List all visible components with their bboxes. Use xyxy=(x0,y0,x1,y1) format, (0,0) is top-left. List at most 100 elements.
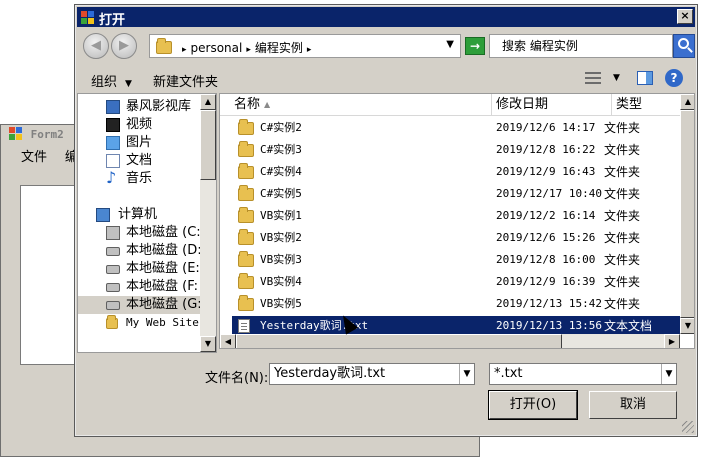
navigation-row: ◀ ▶ ▸ personal ▸ 编程实例 ▸ ▼ → 搜索 编程实例 xyxy=(81,31,695,61)
scroll-right-icon[interactable]: ▶ xyxy=(664,334,680,348)
filelist-horizontal-scrollbar[interactable]: ◀ ▶ xyxy=(220,334,680,348)
nav-item-disk-f[interactable]: 本地磁盘 (F: xyxy=(78,278,200,296)
help-button[interactable]: ? xyxy=(665,69,683,87)
address-dropdown-icon[interactable]: ▼ xyxy=(446,39,454,50)
file-row-selected[interactable]: Yesterday歌词.txt 2019/12/13 13:56 文本文档 xyxy=(232,316,680,336)
refresh-button[interactable]: → xyxy=(465,37,485,55)
nav-item-music[interactable]: 音乐 xyxy=(78,169,200,188)
column-headers: 名称 ▲ 修改日期 类型 xyxy=(220,94,680,116)
file-type-dropdown-icon[interactable]: ▼ xyxy=(661,364,676,384)
navigation-pane: 暴风影视库 视频 图片 文档 音乐 计算机 本地磁盘 (C: 本地磁盘 (D: … xyxy=(77,93,217,353)
folder-icon xyxy=(238,229,254,245)
folder-icon xyxy=(238,273,254,289)
disk-icon xyxy=(106,283,120,292)
address-bar[interactable]: ▸ personal ▸ 编程实例 ▸ ▼ xyxy=(149,34,461,58)
scroll-thumb[interactable] xyxy=(236,334,562,348)
folder-icon xyxy=(238,185,254,201)
column-header-date[interactable]: 修改日期 xyxy=(492,94,612,116)
command-toolbar: 组织 ▼ 新建文件夹 ▼ ? xyxy=(77,65,695,93)
folder-icon xyxy=(106,315,118,329)
file-row[interactable]: VB实例1 2019/12/2 16:14 文件夹 xyxy=(232,206,680,226)
dialog-titlebar[interactable]: 打开 × xyxy=(77,7,695,28)
chevron-right-icon: ▸ xyxy=(246,45,251,55)
search-button[interactable] xyxy=(673,34,695,58)
system-disk-icon xyxy=(106,226,120,240)
file-row[interactable]: VB实例2 2019/12/6 15:26 文件夹 xyxy=(232,228,680,248)
file-list: 名称 ▲ 修改日期 类型 C#实例2 2019/12/6 14:17 文件夹 C#实例… xyxy=(219,93,695,349)
filelist-vertical-scrollbar[interactable]: ▲ ▼ xyxy=(680,94,694,334)
nav-item-disk-e[interactable]: 本地磁盘 (E: xyxy=(78,260,200,278)
organize-button[interactable]: 组织 ▼ xyxy=(91,71,132,90)
nav-item-library[interactable]: 暴风影视库 xyxy=(78,98,200,116)
scroll-up-icon[interactable]: ▲ xyxy=(680,94,694,110)
dialog-title: 打开 xyxy=(99,13,126,28)
search-input[interactable]: 搜索 编程实例 xyxy=(489,34,673,58)
video-icon xyxy=(106,118,120,132)
cancel-button[interactable]: 取消 xyxy=(589,391,677,419)
new-folder-button[interactable]: 新建文件夹 xyxy=(153,71,218,90)
forward-button[interactable]: ▶ xyxy=(111,33,137,59)
preview-pane-icon[interactable] xyxy=(637,71,653,85)
disk-icon xyxy=(106,265,120,274)
menu-file[interactable]: 文件 xyxy=(21,150,47,165)
scroll-down-icon[interactable]: ▼ xyxy=(680,318,694,334)
column-header-name[interactable]: 名称 ▲ xyxy=(220,94,492,116)
scroll-down-icon[interactable]: ▼ xyxy=(200,336,216,352)
nav-item-video[interactable]: 视频 xyxy=(78,116,200,134)
folder-icon xyxy=(156,38,172,54)
chevron-right-icon: ▸ xyxy=(182,45,187,55)
scroll-up-icon[interactable]: ▲ xyxy=(200,94,216,110)
breadcrumb-personal[interactable]: personal xyxy=(191,41,243,55)
file-row[interactable]: VB实例5 2019/12/13 15:42 文件夹 xyxy=(232,294,680,314)
music-icon xyxy=(106,169,120,187)
nav-item-documents[interactable]: 文档 xyxy=(78,152,200,170)
folder-icon xyxy=(238,295,254,311)
folder-icon xyxy=(238,163,254,179)
disk-icon xyxy=(106,247,120,256)
navpane-scrollbar[interactable]: ▲ ▼ xyxy=(200,94,216,352)
scroll-left-icon[interactable]: ◀ xyxy=(220,334,236,348)
back-button[interactable]: ◀ xyxy=(83,33,109,59)
folder-icon xyxy=(238,141,254,157)
scroll-thumb[interactable] xyxy=(200,110,216,180)
organize-label: 组织 xyxy=(91,75,118,90)
filename-input[interactable]: Yesterday歌词.txt xyxy=(269,363,475,385)
sort-up-icon: ▲ xyxy=(264,100,271,109)
scroll-thumb[interactable] xyxy=(680,110,694,318)
computer-icon xyxy=(96,208,110,222)
file-row[interactable]: VB实例3 2019/12/8 16:00 文件夹 xyxy=(232,250,680,270)
breadcrumb: ▸ personal ▸ 编程实例 ▸ xyxy=(178,39,315,56)
app-icon xyxy=(9,127,22,140)
app-icon xyxy=(81,11,94,24)
file-row[interactable]: C#实例4 2019/12/9 16:43 文件夹 xyxy=(232,162,680,182)
open-button[interactable]: 打开(O) xyxy=(488,390,578,420)
column-header-type[interactable]: 类型 xyxy=(612,94,682,116)
breadcrumb-current[interactable]: 编程实例 xyxy=(255,41,303,55)
folder-icon xyxy=(238,119,254,135)
nav-item-computer[interactable]: 计算机 xyxy=(78,206,200,224)
document-icon xyxy=(106,154,120,168)
chevron-down-icon: ▼ xyxy=(125,79,132,89)
file-row[interactable]: C#实例3 2019/12/8 16:22 文件夹 xyxy=(232,140,680,160)
filename-dropdown-icon[interactable]: ▼ xyxy=(459,364,474,384)
file-row[interactable]: C#实例2 2019/12/6 14:17 文件夹 xyxy=(232,118,680,138)
chevron-right-icon: ▸ xyxy=(306,45,312,55)
text-file-icon xyxy=(238,319,250,333)
picture-icon xyxy=(106,136,120,150)
library-icon xyxy=(106,100,120,114)
nav-item-pictures[interactable]: 图片 xyxy=(78,134,200,152)
close-button[interactable]: × xyxy=(677,9,693,24)
file-row[interactable]: VB实例4 2019/12/9 16:39 文件夹 xyxy=(232,272,680,292)
form2-title: Form2 xyxy=(30,128,64,141)
nav-item-disk-g[interactable]: 本地磁盘 (G: xyxy=(78,296,202,314)
filename-label: 文件名(N): xyxy=(205,371,269,386)
file-row[interactable]: C#实例5 2019/12/17 10:40 文件夹 xyxy=(232,184,680,204)
nav-item-my-web-sites[interactable]: My Web Sites xyxy=(78,314,205,332)
nav-item-disk-d[interactable]: 本地磁盘 (D: xyxy=(78,242,202,260)
view-dropdown-icon[interactable]: ▼ xyxy=(613,73,620,83)
file-type-select[interactable]: *.txt xyxy=(489,363,677,385)
resize-grip-icon[interactable] xyxy=(682,421,694,433)
view-options-icon[interactable] xyxy=(585,72,601,84)
folder-icon xyxy=(238,251,254,267)
nav-item-disk-c[interactable]: 本地磁盘 (C: xyxy=(78,224,201,242)
